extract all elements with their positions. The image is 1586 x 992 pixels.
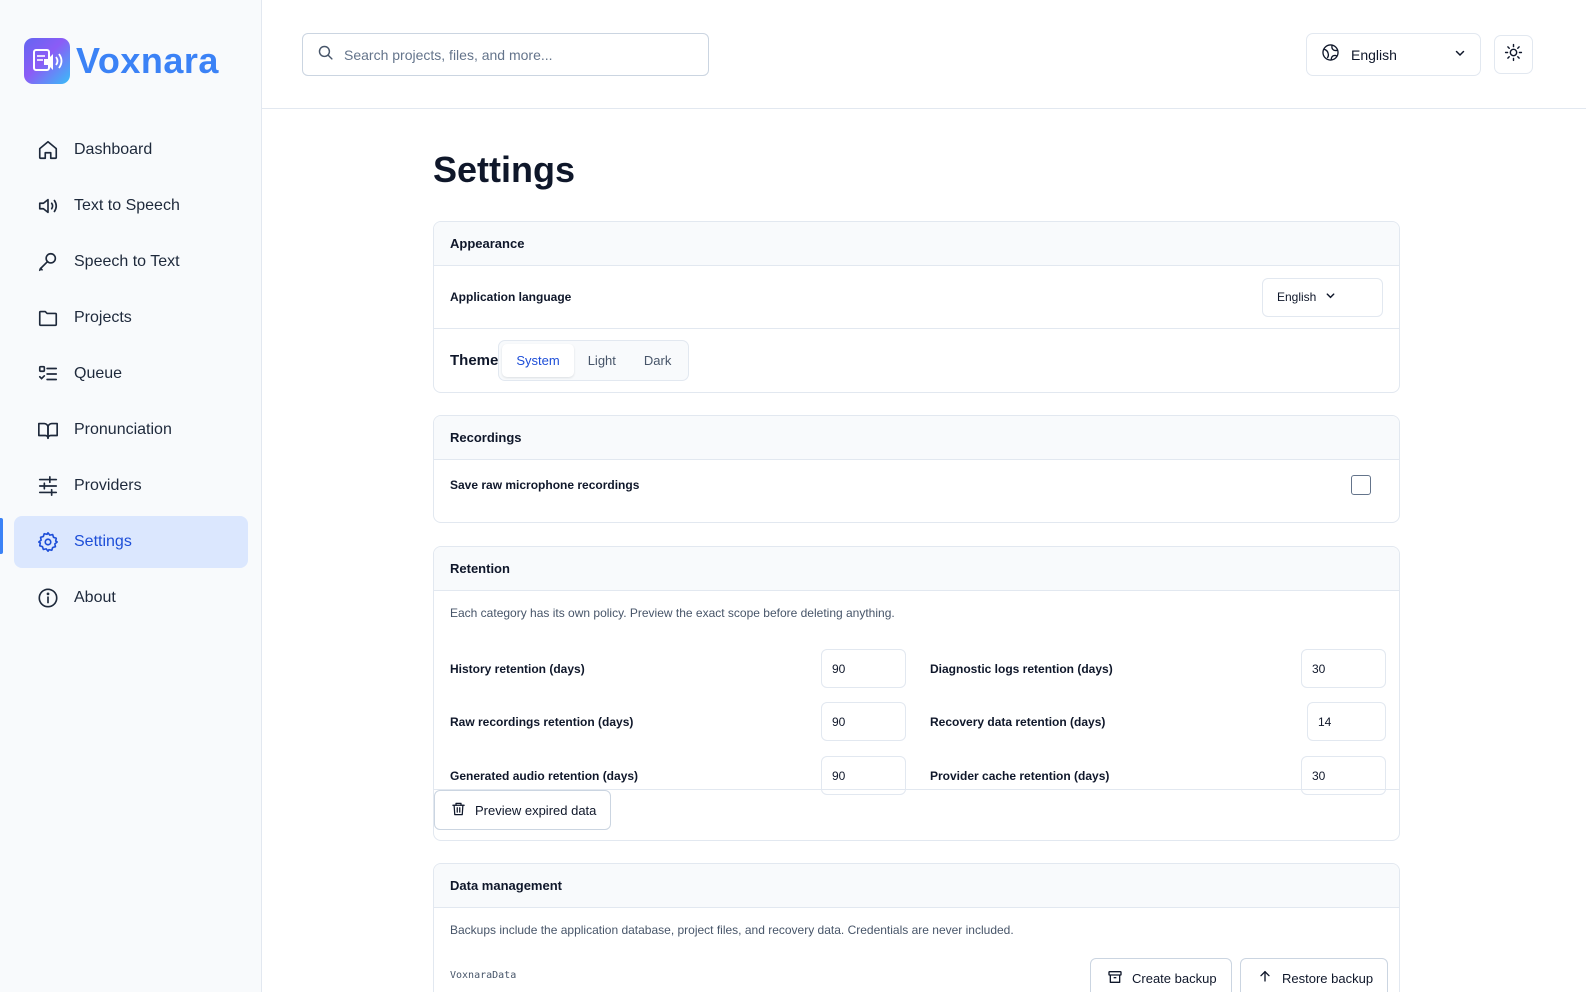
- sidebar-item-dashboard[interactable]: Dashboard: [14, 124, 248, 176]
- theme-option-system[interactable]: System: [502, 343, 574, 377]
- globe-icon: [1321, 43, 1340, 67]
- list-checks-icon: [36, 362, 60, 386]
- sidebar-item-label: Speech to Text: [74, 253, 180, 270]
- retention-card: Retention Each category has its own poli…: [433, 546, 1400, 841]
- sidebar-item-providers[interactable]: Providers: [14, 460, 248, 512]
- sidebar-item-settings[interactable]: Settings: [14, 516, 248, 568]
- sidebar-item-label: Settings: [74, 533, 132, 550]
- sidebar-nav: Dashboard Text to Speech Speech to Text …: [14, 124, 248, 628]
- create-backup-button[interactable]: Create backup: [1090, 958, 1232, 992]
- page-title: Settings: [433, 149, 576, 190]
- gear-icon: [36, 530, 60, 554]
- theme-segmented-control: System Light Dark: [498, 339, 690, 381]
- theme-toggle-button[interactable]: [1494, 35, 1533, 74]
- theme-option-dark[interactable]: Dark: [630, 344, 685, 377]
- sidebar-item-label: Pronunciation: [74, 421, 172, 438]
- data-management-title: Data management: [434, 864, 1399, 908]
- generated-audio-retention-label: Generated audio retention (days): [450, 768, 639, 783]
- app-name: Voxnara: [76, 40, 219, 81]
- restore-backup-label: Restore backup: [1282, 970, 1374, 986]
- save-raw-checkbox[interactable]: [1351, 475, 1371, 495]
- home-icon: [36, 138, 60, 162]
- language-select[interactable]: English: [1306, 33, 1481, 76]
- sidebar-item-queue[interactable]: Queue: [14, 348, 248, 400]
- save-raw-row: Save raw microphone recordings: [434, 460, 1399, 510]
- sidebar-item-text-to-speech[interactable]: Text to Speech: [14, 180, 248, 232]
- history-retention-input[interactable]: 90: [821, 649, 906, 688]
- sidebar-item-label: Queue: [74, 365, 123, 382]
- logo-icon: [24, 38, 70, 84]
- raw-recordings-retention-label: Raw recordings retention (days): [450, 714, 634, 729]
- active-indicator: [0, 518, 3, 554]
- recovery-data-retention-input[interactable]: 14: [1307, 702, 1386, 741]
- retention-title: Retention: [434, 547, 1399, 591]
- diagnostic-logs-retention-input[interactable]: 30: [1301, 649, 1386, 688]
- recovery-data-retention-label: Recovery data retention (days): [930, 714, 1106, 729]
- book-icon: [36, 418, 60, 442]
- restore-backup-button[interactable]: Restore backup: [1240, 958, 1389, 992]
- sidebar-item-about[interactable]: About: [14, 572, 248, 624]
- theme-label: Theme: [450, 351, 499, 369]
- sidebar-item-projects[interactable]: Projects: [14, 292, 248, 344]
- theme-option-light[interactable]: Light: [574, 344, 630, 377]
- language-row: Application language English: [434, 266, 1399, 328]
- folder-icon: [36, 306, 60, 330]
- sliders-icon: [36, 474, 60, 498]
- diagnostic-logs-retention-label: Diagnostic logs retention (days): [930, 661, 1113, 676]
- sidebar-item-pronunciation[interactable]: Pronunciation: [14, 404, 248, 456]
- app-logo[interactable]: Voxnara: [24, 38, 219, 84]
- provider-cache-retention-label: Provider cache retention (days): [930, 768, 1110, 783]
- sidebar-item-speech-to-text[interactable]: Speech to Text: [14, 236, 248, 288]
- app-language-select[interactable]: English: [1262, 277, 1383, 317]
- raw-recordings-retention-input[interactable]: 90: [821, 702, 906, 741]
- language-label: Application language: [450, 290, 572, 304]
- retention-actions: Preview expired data: [434, 790, 1399, 830]
- data-management-actions: VoxnaraData Create backup Restore backup: [434, 937, 1399, 992]
- data-management-card: Data management Backups include the appl…: [433, 863, 1400, 992]
- language-select-value: English: [1351, 46, 1397, 63]
- trash-icon: [451, 801, 466, 820]
- sidebar-item-label: Providers: [74, 477, 142, 494]
- recordings-card: Recordings Save raw microphone recording…: [433, 415, 1400, 523]
- appearance-card: Appearance Application language English …: [433, 221, 1400, 393]
- appearance-title: Appearance: [434, 222, 1399, 266]
- app-language-value: English: [1277, 290, 1317, 304]
- generated-audio-retention-input[interactable]: 90: [821, 756, 906, 795]
- archive-icon: [1107, 969, 1123, 988]
- search-input[interactable]: [344, 46, 684, 63]
- speaker-icon: [36, 194, 60, 218]
- sidebar-item-label: Text to Speech: [74, 197, 180, 214]
- save-raw-label: Save raw microphone recordings: [450, 478, 640, 492]
- sidebar: Voxnara Dashboard Text to Speech Speech …: [0, 0, 262, 992]
- chevron-down-icon: [1454, 46, 1466, 64]
- info-icon: [36, 586, 60, 610]
- preview-expired-data-button[interactable]: Preview expired data: [434, 790, 612, 830]
- create-backup-label: Create backup: [1132, 970, 1217, 986]
- retention-description: Each category has its own policy. Previe…: [450, 606, 895, 620]
- sun-icon: [1504, 43, 1523, 67]
- chevron-down-icon: [1325, 290, 1373, 304]
- recordings-title: Recordings: [434, 416, 1399, 460]
- provider-cache-retention-input[interactable]: 30: [1301, 756, 1386, 795]
- search-box[interactable]: [302, 33, 709, 76]
- history-retention-label: History retention (days): [450, 661, 585, 676]
- microphone-icon: [36, 250, 60, 274]
- data-management-description: Backups include the application database…: [450, 923, 1014, 937]
- sidebar-item-label: Projects: [74, 309, 132, 326]
- search-icon: [317, 44, 334, 66]
- retention-grid: History retention (days) 90 Raw recordin…: [434, 620, 1399, 795]
- sidebar-item-label: About: [74, 589, 116, 606]
- sidebar-item-label: Dashboard: [74, 141, 153, 158]
- top-bar: English: [262, 0, 1586, 109]
- preview-expired-data-label: Preview expired data: [475, 802, 597, 818]
- upload-icon: [1257, 969, 1273, 988]
- theme-row: Theme System Light Dark: [434, 329, 1399, 391]
- data-directory-path: VoxnaraData: [450, 970, 517, 981]
